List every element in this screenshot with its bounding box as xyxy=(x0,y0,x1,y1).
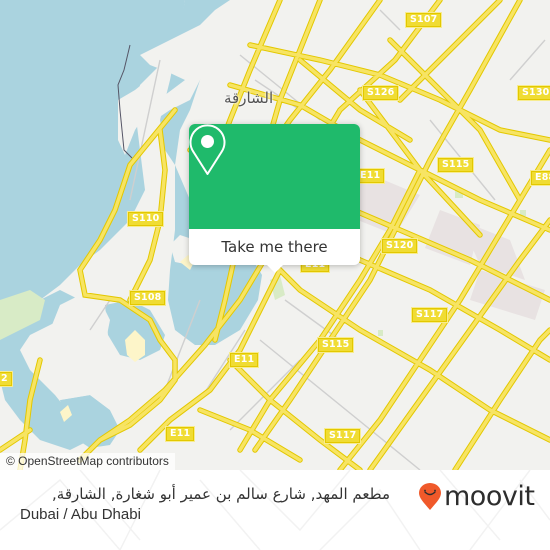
road-shield-s108: S108 xyxy=(129,290,167,306)
popup-pointer xyxy=(266,264,284,273)
road-shield-s120: S120 xyxy=(381,238,419,254)
road-shield-s107: S107 xyxy=(405,12,443,28)
road-shield-e88: E88 xyxy=(530,170,550,186)
road-shield-s126: S126 xyxy=(362,85,400,101)
road-shield-edge: 2 xyxy=(0,371,13,387)
road-shield-s115-top: S115 xyxy=(437,157,475,173)
road-shield-s110: S110 xyxy=(127,211,165,227)
map-view[interactable]: الشارقة S107 S126 S130 S115 E88 E11 S120… xyxy=(0,0,550,470)
take-me-there-button[interactable]: Take me there xyxy=(189,229,360,265)
road-shield-s115-mid: S115 xyxy=(317,337,355,353)
footer: مطعم المهد, شارع سالم بن عمير أبو شغارة,… xyxy=(0,470,550,550)
road-shield-s130: S130 xyxy=(517,85,550,101)
road-shield-e11-low: E11 xyxy=(165,426,196,442)
popup-header[interactable] xyxy=(189,124,360,229)
map-pin-icon xyxy=(189,124,226,175)
map-attribution[interactable]: © OpenStreetMap contributors xyxy=(0,453,175,470)
road-shield-s117-right: S117 xyxy=(411,307,449,323)
road-shield-e11-mid: E11 xyxy=(229,352,260,368)
moovit-logo[interactable]: moovit xyxy=(418,481,535,512)
road-shield-s117-low: S117 xyxy=(324,428,362,444)
location-popup[interactable]: Take me there xyxy=(189,124,360,273)
moovit-wordmark: moovit xyxy=(444,481,535,512)
city-label-sharjah: الشارقة xyxy=(224,89,274,107)
place-name: مطعم المهد, شارع سالم بن عمير أبو شغارة,… xyxy=(52,485,390,503)
moovit-pin-icon xyxy=(419,483,441,510)
place-region: Dubai / Abu Dhabi xyxy=(20,506,141,523)
